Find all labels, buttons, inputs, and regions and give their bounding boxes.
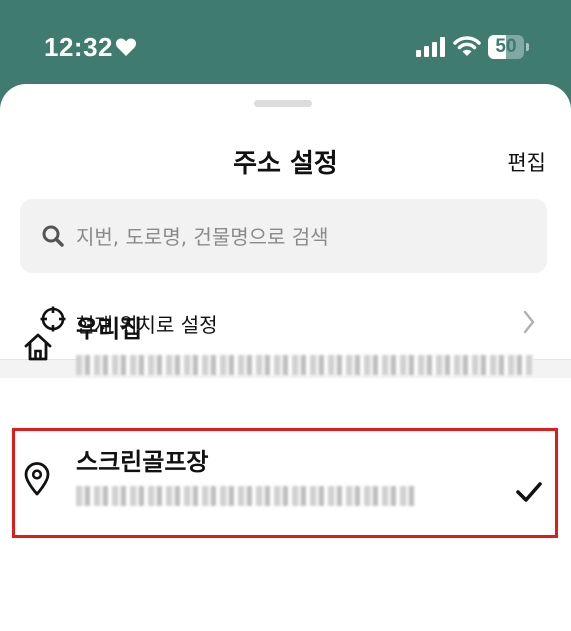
address-detail-redacted [76, 486, 414, 506]
address-name: 스크린골프장 [76, 448, 209, 476]
battery-level: 50 [495, 36, 517, 57]
search-box[interactable] [20, 199, 547, 273]
heart-icon [115, 37, 137, 61]
status-time: 12:32 [44, 32, 113, 62]
sheet-grabber[interactable] [254, 100, 312, 107]
battery-icon: 50 [488, 35, 524, 59]
search-input[interactable] [74, 213, 518, 261]
location-pin-icon [22, 462, 52, 500]
check-icon [515, 480, 543, 508]
status-bar: 12:32 50 [0, 0, 571, 96]
address-item-home[interactable]: 우리집 [0, 315, 571, 425]
address-detail-redacted [76, 355, 534, 375]
search-icon [42, 225, 64, 251]
home-icon [22, 331, 54, 367]
address-item-selected[interactable]: 스크린골프장 [0, 428, 571, 538]
cellular-signal-icon [416, 37, 446, 61]
battery-tip [526, 43, 529, 51]
edit-button[interactable]: 편집 [507, 147, 546, 177]
address-name: 우리집 [76, 315, 143, 343]
wifi-icon [453, 35, 481, 61]
sheet-title: 주소 설정 [233, 149, 338, 179]
